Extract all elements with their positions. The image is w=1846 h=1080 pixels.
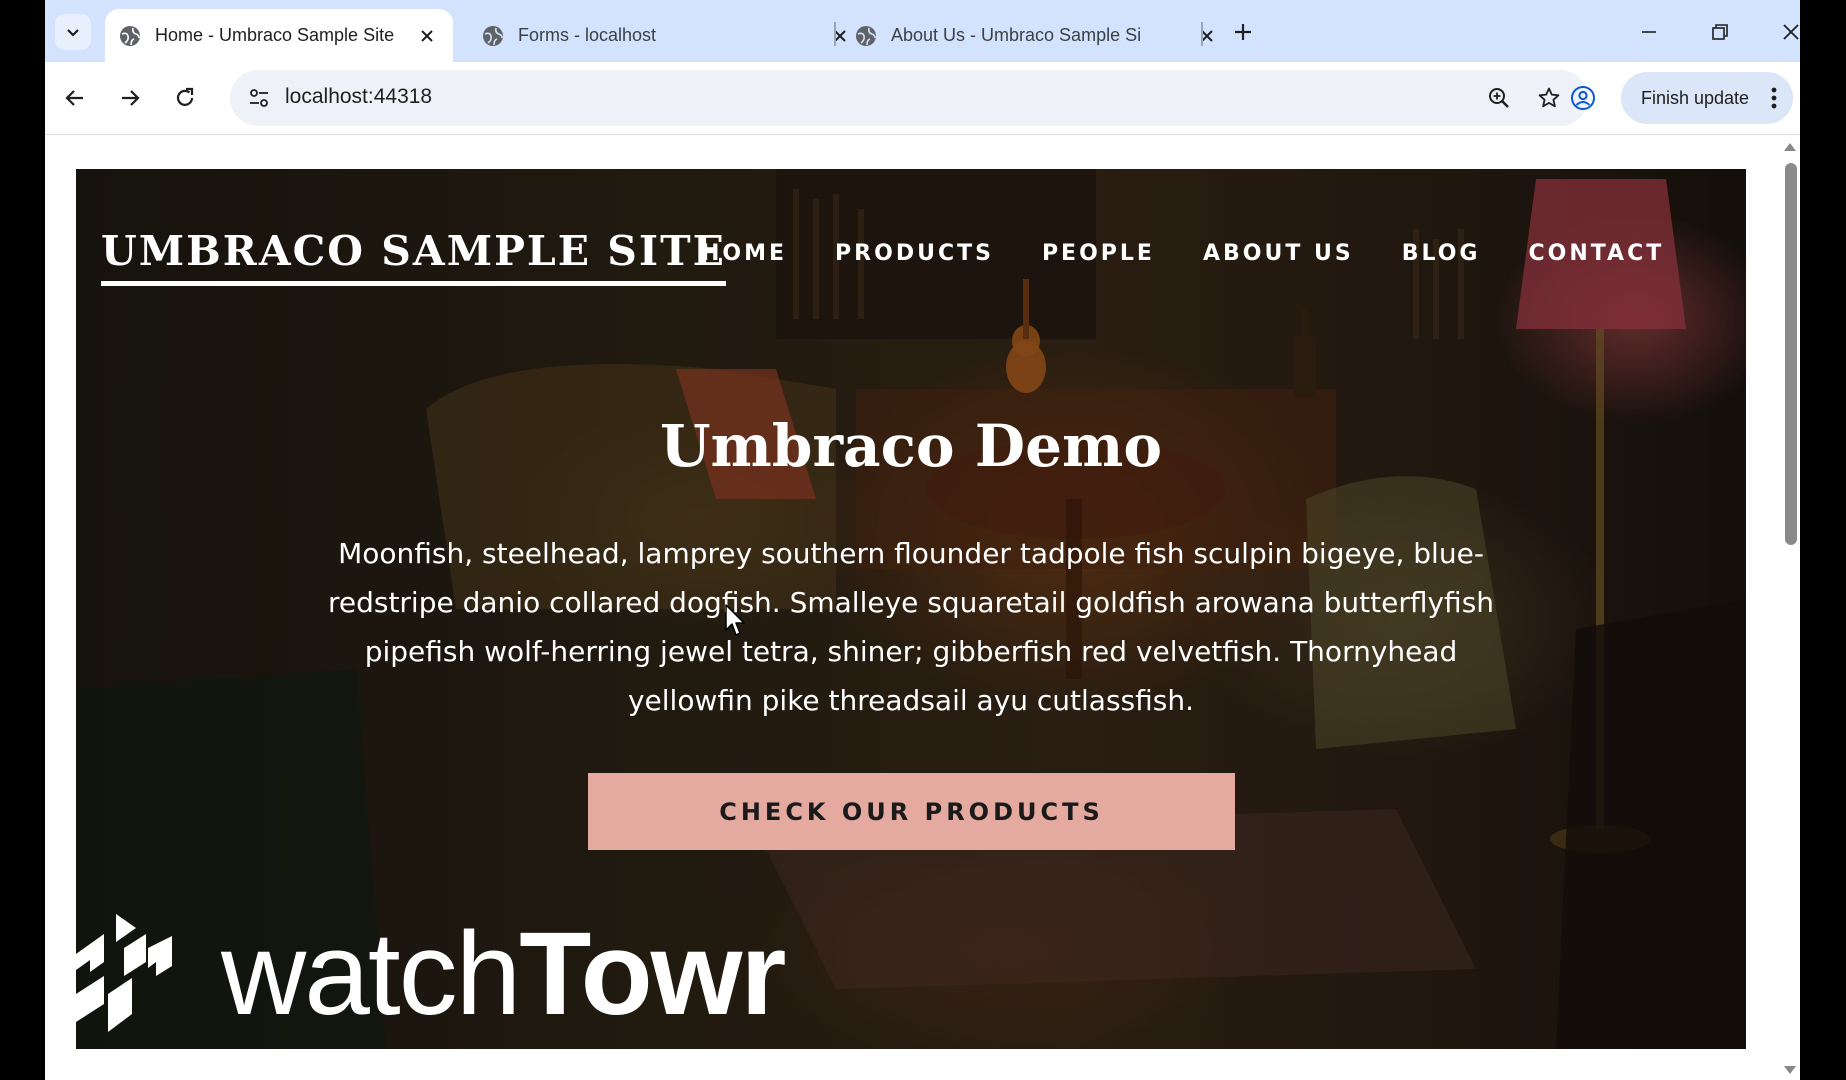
finish-update-label: Finish update: [1641, 87, 1750, 108]
browser-toolbar: localhost:44318 Finish update: [45, 62, 1800, 134]
tab-title: Forms - localhost: [518, 25, 657, 45]
nav-blog[interactable]: BLOG: [1402, 241, 1481, 266]
tab-strip: Home - Umbraco Sample Site Forms - local…: [45, 0, 1800, 62]
star-icon: [1538, 87, 1560, 108]
tab-separator: [834, 22, 836, 46]
new-tab-button[interactable]: [1225, 14, 1261, 50]
account-circle-icon: [1571, 86, 1595, 110]
nav-home[interactable]: HOME: [701, 241, 787, 266]
arrow-right-icon: [122, 90, 140, 106]
watermark-text: watchTowr: [221, 908, 786, 1040]
scroll-down-arrow-icon[interactable]: [1784, 1066, 1796, 1074]
url-text[interactable]: localhost:44318: [285, 85, 432, 109]
hero-title: Umbraco Demo: [659, 412, 1163, 480]
nav-people[interactable]: PEOPLE: [1042, 241, 1155, 266]
reload-button[interactable]: [166, 79, 204, 117]
globe-icon: [856, 25, 876, 46]
profile-button[interactable]: [1564, 79, 1602, 117]
nav-about-us[interactable]: ABOUT US: [1203, 241, 1354, 266]
address-bar[interactable]: localhost:44318: [230, 70, 1588, 126]
main-navigation: HOME PRODUCTS PEOPLE ABOUT US BLOG CONTA…: [701, 241, 1664, 266]
tab-title: Home - Umbraco Sample Site: [155, 25, 395, 45]
restore-button[interactable]: [1698, 12, 1742, 52]
page-viewport: UMBRACO SAMPLE SITE HOME PRODUCTS PEOPLE…: [45, 135, 1780, 1080]
page-scrollbar[interactable]: [1780, 135, 1800, 1080]
close-tab-icon[interactable]: [415, 24, 439, 48]
mouse-cursor-icon: [725, 604, 745, 636]
globe-icon: [120, 25, 140, 46]
site-logo[interactable]: UMBRACO SAMPLE SITE: [101, 227, 726, 286]
zoom-button[interactable]: [1480, 79, 1518, 117]
close-window-button[interactable]: [1769, 12, 1800, 52]
tab-title: About Us - Umbraco Sample Si: [891, 25, 1142, 45]
hero-section: UMBRACO SAMPLE SITE HOME PRODUCTS PEOPLE…: [76, 169, 1746, 1049]
watchtowr-logo-icon: [76, 914, 172, 1032]
tab-separator: [1201, 22, 1203, 46]
forward-button[interactable]: [111, 79, 149, 117]
tab-about-us[interactable]: About Us - Umbraco Sample Si: [841, 9, 1233, 62]
tune-icon: [250, 89, 268, 107]
nav-contact[interactable]: CONTACT: [1528, 241, 1664, 266]
watchtowr-watermark: watchTowr: [76, 909, 836, 1039]
chevron-down-icon: [67, 29, 79, 37]
watermark-text-bold: Towr: [519, 908, 786, 1040]
site-info-button[interactable]: [240, 79, 278, 117]
back-button[interactable]: [56, 79, 94, 117]
close-tab-icon[interactable]: [1195, 24, 1219, 48]
close-icon: [1783, 24, 1799, 40]
globe-icon: [483, 25, 503, 46]
tab-search-button[interactable]: [55, 14, 91, 50]
reload-icon: [176, 87, 194, 106]
hero-text: Moonfish, steelhead, lamprey southern fl…: [327, 537, 1495, 717]
minimize-button[interactable]: [1627, 12, 1671, 52]
plus-icon: [1235, 24, 1251, 40]
watermark-text-light: watch: [221, 908, 521, 1040]
scrollbar-thumb[interactable]: [1785, 163, 1797, 545]
tab-home[interactable]: Home - Umbraco Sample Site: [105, 9, 453, 62]
zoom-in-icon: [1489, 88, 1509, 108]
arrow-left-icon: [65, 90, 83, 106]
tab-forms[interactable]: Forms - localhost: [468, 9, 866, 62]
more-vert-icon: [1771, 87, 1777, 109]
scroll-up-arrow-icon[interactable]: [1784, 143, 1796, 151]
minimize-icon: [1642, 31, 1656, 33]
browser-window: Home - Umbraco Sample Site Forms - local…: [45, 0, 1800, 1080]
check-products-button[interactable]: CHECK OUR PRODUCTS: [588, 773, 1235, 850]
finish-update-button[interactable]: Finish update: [1621, 72, 1793, 124]
nav-products[interactable]: PRODUCTS: [835, 241, 994, 266]
bookmark-button[interactable]: [1530, 79, 1568, 117]
restore-icon: [1712, 24, 1728, 40]
